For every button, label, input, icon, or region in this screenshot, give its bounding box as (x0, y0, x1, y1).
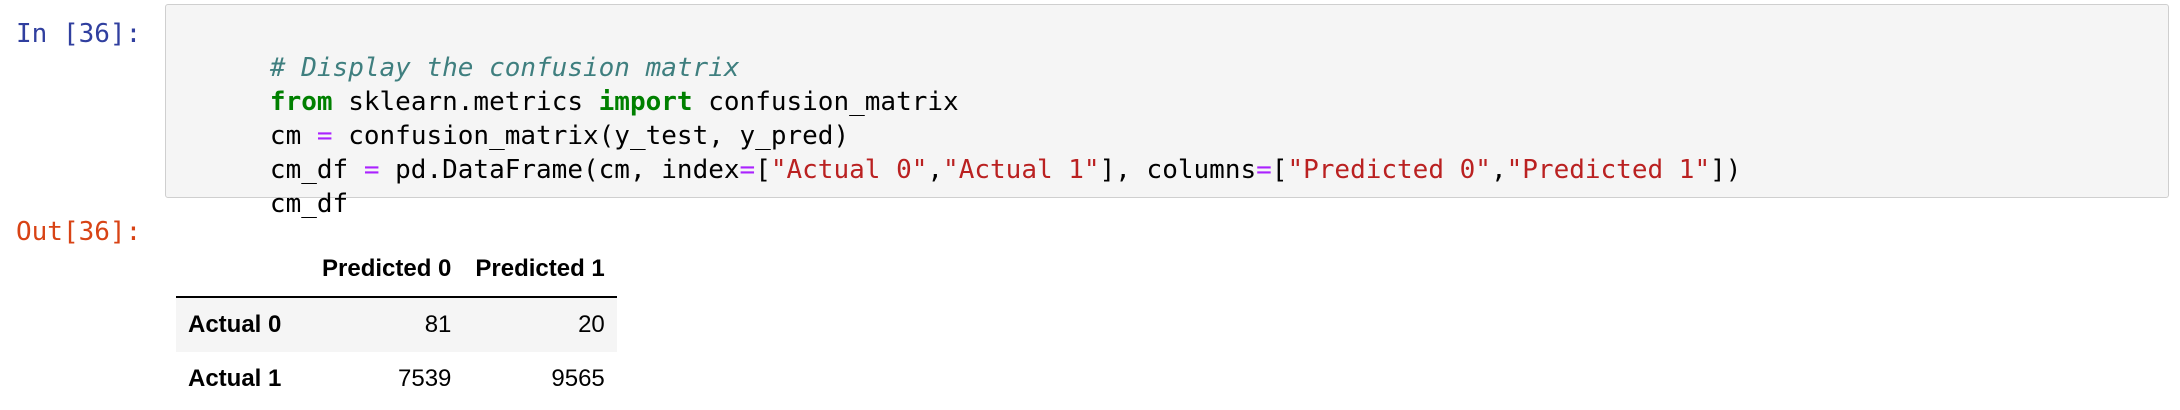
code-token: ]) (1710, 155, 1742, 185)
code-comment: # Display the confusion matrix (269, 53, 740, 83)
output-prompt: Out[36]: (16, 217, 142, 247)
code-token: pd.DataFrame(cm, index (379, 155, 740, 185)
code-token: sklearn.metrics (332, 87, 599, 117)
code-operator: = (739, 155, 756, 185)
code-line: # Display the confusion matrix (176, 17, 2158, 83)
table-cell: 81 (424, 311, 452, 338)
code-token: [ (755, 155, 771, 185)
code-token: confusion_matrix(y_test, y_pred) (332, 121, 850, 151)
row-header: Actual 1 (188, 365, 282, 392)
code-operator: = (1256, 155, 1272, 185)
column-header: Predicted 1 (463, 242, 617, 298)
code-token: , (927, 155, 944, 185)
code-string: "Actual 1" (943, 155, 1100, 185)
code-operator: = (363, 155, 380, 185)
table-row: Actual 1 7539 9565 (176, 352, 617, 406)
table-corner-header (176, 242, 310, 298)
code-operator: = (316, 121, 333, 151)
table-cell: 9565 (551, 365, 605, 392)
code-token: cm (269, 121, 317, 151)
code-string: "Predicted 0" (1287, 155, 1491, 185)
column-header: Predicted 0 (310, 242, 464, 298)
table-cell: 7539 (398, 365, 452, 392)
code-token: , (1490, 155, 1507, 185)
code-token: cm_df (269, 155, 364, 185)
table-row: Actual 0 81 20 (176, 297, 617, 352)
code-string: "Predicted 1" (1506, 155, 1711, 185)
row-header: Actual 0 (188, 311, 282, 338)
table-cell: 20 (578, 311, 605, 338)
dataframe-table: Predicted 0 Predicted 1 Actual 0 81 20 A… (176, 242, 617, 406)
code-string: "Actual 0" (770, 155, 928, 185)
table-header-row: Predicted 0 Predicted 1 (176, 242, 617, 298)
input-prompt: In [36]: (16, 19, 142, 49)
code-token: [ (1271, 155, 1288, 185)
code-token: confusion_matrix (692, 87, 959, 117)
code-keyword: from (269, 87, 333, 117)
code-token: cm_df (269, 189, 349, 219)
code-token: ], columns (1099, 155, 1257, 185)
code-editor[interactable]: # Display the confusion matrix from skle… (165, 4, 2169, 219)
code-keyword: import (598, 87, 693, 117)
